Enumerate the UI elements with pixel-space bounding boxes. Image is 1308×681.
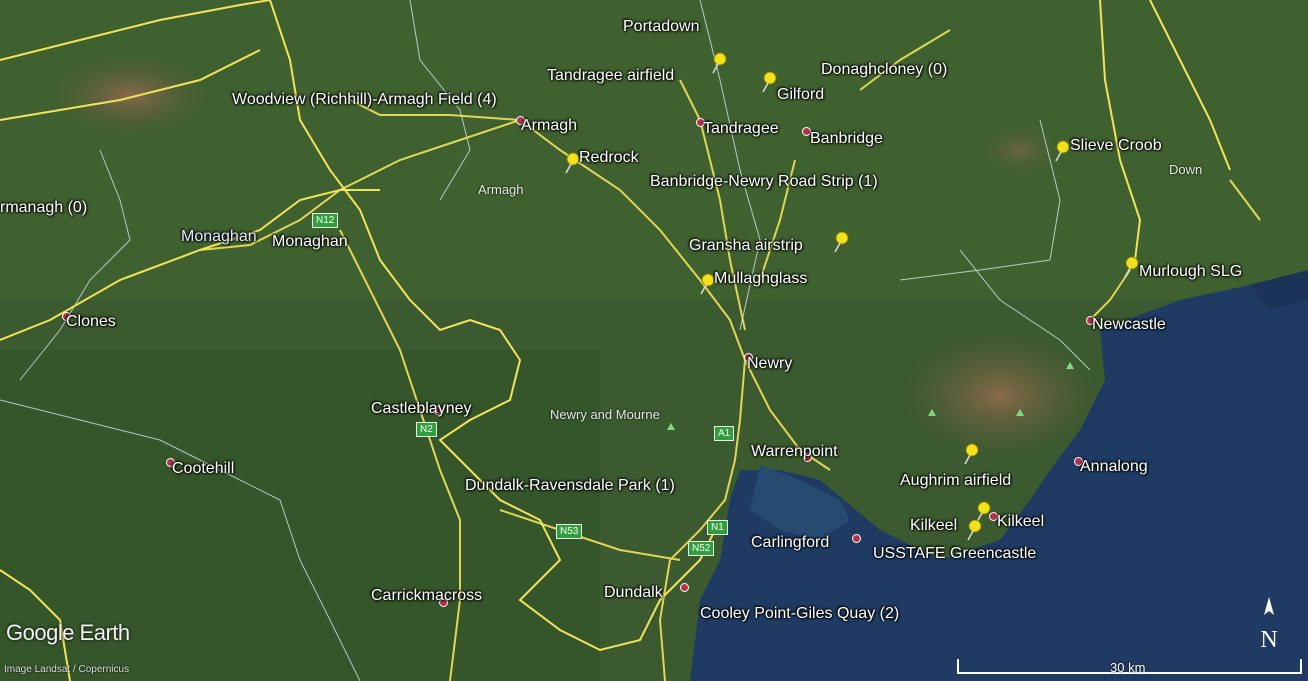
sperrin-hills: [50, 55, 210, 135]
scale-label: 30 km: [1110, 660, 1146, 675]
place-label[interactable]: Aughrim airfield: [900, 472, 1011, 490]
town-dot: [680, 583, 689, 592]
region-label: Newry and Mourne: [550, 407, 660, 422]
place-label[interactable]: Slieve Croob: [1070, 137, 1162, 155]
road-shield: N1: [707, 520, 728, 535]
region-label: Armagh: [478, 182, 524, 197]
place-label[interactable]: Gilford: [777, 86, 824, 104]
place-label[interactable]: Banbridge-Newry Road Strip (1): [650, 173, 878, 191]
imagery-credit: Image Landsat / Copernicus: [4, 664, 130, 675]
pushpin-icon[interactable]: [832, 231, 850, 253]
place-label[interactable]: Newry: [747, 355, 792, 373]
place-label[interactable]: Dundalk-Ravensdale Park (1): [465, 477, 675, 495]
place-label[interactable]: Donaghcloney (0): [821, 61, 947, 79]
place-label[interactable]: Gransha airstrip: [689, 237, 803, 255]
place-label[interactable]: USSTAFE Greencastle: [873, 545, 1036, 563]
place-label[interactable]: Newcastle: [1092, 316, 1166, 334]
google-earth-logo: Google Earth: [6, 620, 130, 645]
road-shield: N2: [416, 422, 437, 437]
place-label[interactable]: Tandragee: [703, 120, 779, 138]
pushpin-icon[interactable]: [760, 71, 778, 93]
place-label[interactable]: Carlingford: [751, 534, 829, 552]
place-label[interactable]: Carrickmacross: [371, 587, 482, 605]
place-label[interactable]: Armagh: [521, 117, 577, 135]
north-label: N: [1260, 627, 1277, 653]
pushpin-icon[interactable]: [962, 443, 980, 465]
place-label[interactable]: Tandragee airfield: [547, 67, 674, 85]
road-shield: A1: [714, 426, 735, 441]
place-label[interactable]: Monaghan: [272, 233, 348, 251]
place-label[interactable]: Kilkeel: [997, 513, 1044, 531]
place-label[interactable]: Castleblayney: [371, 400, 472, 418]
place-label[interactable]: Cootehill: [172, 460, 234, 478]
pushpin-icon[interactable]: [1122, 256, 1140, 278]
north-arrow-icon[interactable]: N: [1255, 595, 1283, 655]
place-label[interactable]: Annalong: [1080, 458, 1148, 476]
region-label: Monaghan: [181, 228, 257, 245]
place-label[interactable]: Warrenpoint: [751, 443, 838, 461]
satellite-map[interactable]: [0, 0, 1308, 681]
pushpin-icon[interactable]: [965, 519, 983, 541]
region-label: Down: [1169, 162, 1203, 177]
town-dot: [852, 534, 861, 543]
place-label[interactable]: Mullaghglass: [714, 270, 807, 288]
place-label[interactable]: Woodview (Richhill)-Armagh Field (4): [232, 91, 497, 109]
place-label[interactable]: Kilkeel: [910, 517, 957, 535]
place-label[interactable]: Clones: [66, 313, 116, 331]
road-shield: N53: [556, 524, 583, 539]
place-label[interactable]: Banbridge: [810, 130, 883, 148]
road-shield: N52: [688, 541, 715, 556]
pushpin-icon[interactable]: [710, 52, 728, 74]
pushpin-icon[interactable]: [1053, 140, 1071, 162]
place-label[interactable]: Murlough SLG: [1139, 263, 1242, 281]
place-label[interactable]: Portadown: [623, 18, 700, 36]
place-label[interactable]: Redrock: [579, 149, 639, 167]
place-label[interactable]: Dundalk: [604, 584, 663, 602]
place-label[interactable]: Cooley Point-Giles Quay (2): [700, 605, 899, 623]
place-label[interactable]: rmanagh (0): [0, 199, 87, 217]
road-shield: N12: [312, 213, 339, 228]
